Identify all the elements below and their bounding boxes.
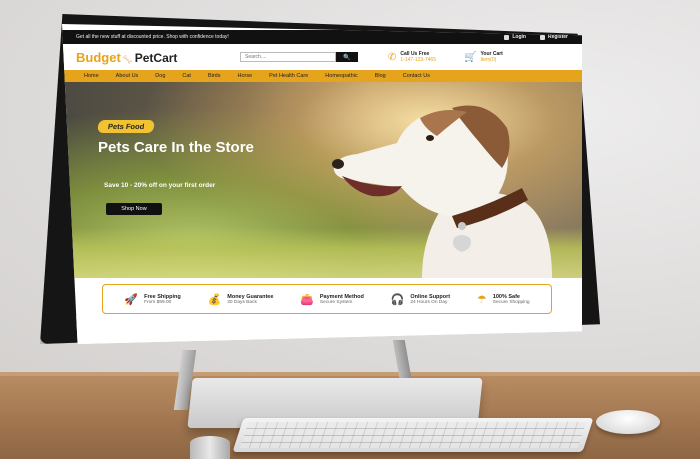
feature-money-guarantee: 💰 Money Guarantee 30 Days Back (208, 293, 274, 306)
nav-item-home[interactable]: Home (84, 73, 99, 79)
nav-item-birds[interactable]: Birds (208, 73, 221, 79)
register-label: Register (547, 34, 568, 40)
logo-text-petcart: PetCart (134, 50, 178, 65)
monitor-screen: Get all the new stuff at discounted pric… (62, 24, 582, 344)
feature-title: Online Support (410, 293, 451, 300)
feature-subtitle: 24 Hours On Day (410, 299, 448, 305)
site-header: Budget 🦴 PetCart 🔍 ✆ Call Us Free 1-147-… (62, 44, 582, 70)
money-bag-icon: 💰 (207, 293, 222, 306)
mouse (596, 410, 660, 434)
feature-subtitle: 30 Days Back (227, 299, 257, 305)
login-link[interactable]: Login (504, 34, 526, 40)
cart-icon: 🛒 (463, 51, 477, 63)
feature-title: Free Shipping (144, 293, 181, 300)
hero-subtitle: Save 10 - 20% off on your first order (104, 182, 216, 189)
hero-banner: Pets Food Pets Care In the Store Save 10… (62, 82, 582, 278)
promo-text: Get all the new stuff at discounted pric… (76, 34, 229, 40)
feature-subtitle: Secure Shopping (492, 299, 530, 305)
phone-icon: ✆ (388, 51, 397, 63)
search-button[interactable]: 🔍 (336, 52, 358, 62)
dog-image (332, 105, 552, 278)
keyboard-keys (239, 422, 587, 448)
shop-now-button[interactable]: Shop Now (106, 203, 162, 215)
nav-item-cat[interactable]: Cat (182, 73, 191, 79)
wallet-icon: 👛 (300, 293, 314, 306)
account-links: Login Register (504, 34, 568, 40)
feature-payment-method: 👛 Payment Method Secure System (300, 293, 364, 306)
lock-icon (504, 34, 510, 40)
search-icon: 🔍 (343, 54, 351, 61)
nav-item-homeopathic[interactable]: Homeopathic (325, 73, 357, 79)
login-label: Login (512, 34, 526, 40)
feature-subtitle: From $99.00 (144, 299, 172, 305)
hero-title: Pets Care In the Store (98, 139, 254, 156)
rocket-icon: 🚀 (124, 293, 139, 306)
nav-item-pet-health-care[interactable]: Pet Health Care (269, 73, 308, 79)
logo-text-budget: Budget (76, 49, 121, 65)
search-input[interactable] (240, 52, 336, 62)
nav-item-blog[interactable]: Blog (375, 73, 386, 79)
feature-title: Payment Method (319, 293, 364, 300)
search-bar: 🔍 (240, 52, 358, 62)
feature-subtitle: Secure System (319, 299, 353, 305)
site-logo[interactable]: Budget 🦴 PetCart (76, 50, 236, 65)
feature-safe: ☂ 100% Safe Secure Shopping (477, 293, 530, 306)
nav-item-dog[interactable]: Dog (155, 73, 165, 79)
call-us[interactable]: ✆ Call Us Free 1-147-123-7465 (388, 51, 436, 63)
feature-title: Money Guarantee (227, 293, 274, 300)
hero-tag: Pets Food (97, 120, 156, 133)
cart-amount: Item(0) (480, 57, 497, 63)
umbrella-icon: ☂ (476, 293, 487, 306)
feature-online-support: 🎧 Online Support 24 Hours On Day (391, 293, 450, 306)
features-bar: 🚀 Free Shipping From $99.00 💰 Money Guara… (102, 284, 552, 314)
cup (190, 436, 230, 459)
keyboard (232, 418, 594, 452)
bone-icon: 🦴 (122, 54, 133, 64)
call-number: 1-147-123-7465 (400, 57, 436, 63)
main-nav: Home About Us Dog Cat Birds Horse Pet He… (62, 70, 582, 82)
cart-widget[interactable]: 🛒 Your Cart Item(0) (464, 51, 503, 63)
register-link[interactable]: Register (539, 34, 568, 40)
nav-item-horse[interactable]: Horse (237, 73, 252, 79)
feature-free-shipping: 🚀 Free Shipping From $99.00 (124, 293, 180, 306)
user-icon (539, 34, 545, 40)
nav-item-about-us[interactable]: About Us (116, 73, 139, 79)
headset-icon: 🎧 (390, 293, 405, 306)
nav-item-contact-us[interactable]: Contact Us (403, 73, 430, 79)
